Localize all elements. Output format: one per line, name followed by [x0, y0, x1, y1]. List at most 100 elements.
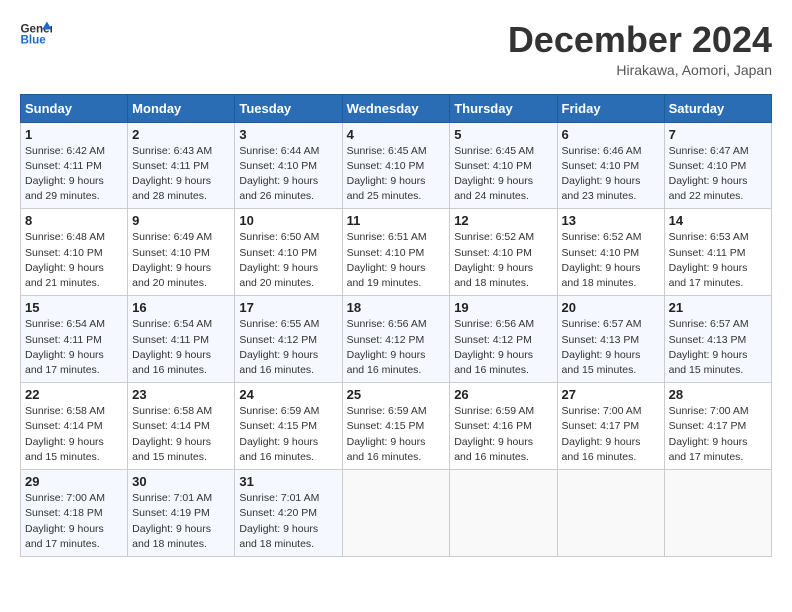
calendar-cell: 31 Sunrise: 7:01 AMSunset: 4:20 PMDayligh… [235, 470, 342, 557]
calendar-table: SundayMondayTuesdayWednesdayThursdayFrid… [20, 94, 772, 557]
day-number: 6 [562, 127, 660, 142]
calendar-cell [664, 470, 771, 557]
calendar-cell: 7Sunrise: 6:47 AMSunset: 4:10 PMDaylight… [664, 122, 771, 209]
calendar-cell: 6 Sunrise: 6:46 AMSunset: 4:10 PMDaylight… [557, 122, 664, 209]
day-number: 18 [347, 300, 446, 315]
calendar-cell: 25 Sunrise: 6:59 AMSunset: 4:15 PMDayligh… [342, 383, 450, 470]
calendar-cell: 29 Sunrise: 7:00 AMSunset: 4:18 PMDayligh… [21, 470, 128, 557]
day-info: Sunrise: 6:53 AMSunset: 4:11 PMDaylight:… [669, 230, 767, 291]
calendar-cell: 13 Sunrise: 6:52 AMSunset: 4:10 PMDayligh… [557, 209, 664, 296]
day-info: Sunrise: 6:56 AMSunset: 4:12 PMDaylight:… [347, 317, 446, 378]
calendar-cell: 14 Sunrise: 6:53 AMSunset: 4:11 PMDayligh… [664, 209, 771, 296]
calendar-cell [557, 470, 664, 557]
calendar-cell: 23 Sunrise: 6:58 AMSunset: 4:14 PMDayligh… [128, 383, 235, 470]
day-number: 12 [454, 213, 552, 228]
day-info: Sunrise: 6:57 AMSunset: 4:13 PMDaylight:… [669, 317, 767, 378]
day-info: Sunrise: 6:55 AMSunset: 4:12 PMDaylight:… [239, 317, 337, 378]
day-info: Sunrise: 6:47 AMSunset: 4:10 PMDaylight:… [669, 144, 767, 205]
day-info: Sunrise: 6:59 AMSunset: 4:15 PMDaylight:… [347, 404, 446, 465]
svg-text:Blue: Blue [20, 33, 46, 46]
calendar-cell [342, 470, 450, 557]
day-info: Sunrise: 6:54 AMSunset: 4:11 PMDaylight:… [25, 317, 123, 378]
calendar-cell: 18 Sunrise: 6:56 AMSunset: 4:12 PMDayligh… [342, 296, 450, 383]
calendar-week-5: 29 Sunrise: 7:00 AMSunset: 4:18 PMDayligh… [21, 470, 772, 557]
calendar-week-3: 15 Sunrise: 6:54 AMSunset: 4:11 PMDayligh… [21, 296, 772, 383]
weekday-header-sunday: Sunday [21, 94, 128, 122]
day-info: Sunrise: 7:00 AMSunset: 4:17 PMDaylight:… [669, 404, 767, 465]
calendar-cell: 21Sunrise: 6:57 AMSunset: 4:13 PMDayligh… [664, 296, 771, 383]
day-number: 3 [239, 127, 337, 142]
day-number: 25 [347, 387, 446, 402]
day-number: 11 [347, 213, 446, 228]
day-info: Sunrise: 6:42 AMSunset: 4:11 PMDaylight:… [25, 144, 123, 205]
day-info: Sunrise: 6:48 AMSunset: 4:10 PMDaylight:… [25, 230, 123, 291]
day-info: Sunrise: 6:51 AMSunset: 4:10 PMDaylight:… [347, 230, 446, 291]
day-info: Sunrise: 7:01 AMSunset: 4:19 PMDaylight:… [132, 491, 230, 552]
calendar-cell: 8 Sunrise: 6:48 AMSunset: 4:10 PMDaylight… [21, 209, 128, 296]
day-info: Sunrise: 6:59 AMSunset: 4:16 PMDaylight:… [454, 404, 552, 465]
day-number: 31 [239, 474, 337, 489]
day-number: 30 [132, 474, 230, 489]
day-info: Sunrise: 6:59 AMSunset: 4:15 PMDaylight:… [239, 404, 337, 465]
weekday-header-friday: Friday [557, 94, 664, 122]
day-number: 26 [454, 387, 552, 402]
calendar-cell: 28Sunrise: 7:00 AMSunset: 4:17 PMDayligh… [664, 383, 771, 470]
day-info: Sunrise: 6:52 AMSunset: 4:10 PMDaylight:… [562, 230, 660, 291]
day-info: Sunrise: 6:54 AMSunset: 4:11 PMDaylight:… [132, 317, 230, 378]
weekday-header-row: SundayMondayTuesdayWednesdayThursdayFrid… [21, 94, 772, 122]
day-info: Sunrise: 7:00 AMSunset: 4:17 PMDaylight:… [562, 404, 660, 465]
calendar-week-4: 22 Sunrise: 6:58 AMSunset: 4:14 PMDayligh… [21, 383, 772, 470]
calendar-cell: 11 Sunrise: 6:51 AMSunset: 4:10 PMDayligh… [342, 209, 450, 296]
calendar-cell: 24 Sunrise: 6:59 AMSunset: 4:15 PMDayligh… [235, 383, 342, 470]
day-info: Sunrise: 6:46 AMSunset: 4:10 PMDaylight:… [562, 144, 660, 205]
calendar-cell: 12 Sunrise: 6:52 AMSunset: 4:10 PMDayligh… [450, 209, 557, 296]
calendar-cell: 2 Sunrise: 6:43 AMSunset: 4:11 PMDaylight… [128, 122, 235, 209]
day-number: 23 [132, 387, 230, 402]
day-number: 17 [239, 300, 337, 315]
day-number: 13 [562, 213, 660, 228]
calendar-cell: 10Sunrise: 6:50 AMSunset: 4:10 PMDayligh… [235, 209, 342, 296]
weekday-header-saturday: Saturday [664, 94, 771, 122]
weekday-header-wednesday: Wednesday [342, 94, 450, 122]
day-number: 15 [25, 300, 123, 315]
weekday-header-monday: Monday [128, 94, 235, 122]
day-info: Sunrise: 7:00 AMSunset: 4:18 PMDaylight:… [25, 491, 123, 552]
calendar-cell: 1Sunrise: 6:42 AMSunset: 4:11 PMDaylight… [21, 122, 128, 209]
day-number: 27 [562, 387, 660, 402]
calendar-cell: 27 Sunrise: 7:00 AMSunset: 4:17 PMDayligh… [557, 383, 664, 470]
day-info: Sunrise: 6:44 AMSunset: 4:10 PMDaylight:… [239, 144, 337, 205]
day-info: Sunrise: 6:52 AMSunset: 4:10 PMDaylight:… [454, 230, 552, 291]
calendar-cell [450, 470, 557, 557]
day-number: 22 [25, 387, 123, 402]
calendar-cell: 17 Sunrise: 6:55 AMSunset: 4:12 PMDayligh… [235, 296, 342, 383]
day-number: 20 [562, 300, 660, 315]
day-number: 16 [132, 300, 230, 315]
calendar-cell: 20Sunrise: 6:57 AMSunset: 4:13 PMDayligh… [557, 296, 664, 383]
day-number: 2 [132, 127, 230, 142]
day-info: Sunrise: 6:49 AMSunset: 4:10 PMDaylight:… [132, 230, 230, 291]
day-number: 8 [25, 213, 123, 228]
calendar-cell: 3 Sunrise: 6:44 AMSunset: 4:10 PMDaylight… [235, 122, 342, 209]
logo-icon: General Blue [20, 20, 52, 48]
weekday-header-tuesday: Tuesday [235, 94, 342, 122]
day-info: Sunrise: 6:43 AMSunset: 4:11 PMDaylight:… [132, 144, 230, 205]
calendar-cell: 30 Sunrise: 7:01 AMSunset: 4:19 PMDayligh… [128, 470, 235, 557]
day-number: 24 [239, 387, 337, 402]
day-info: Sunrise: 6:56 AMSunset: 4:12 PMDaylight:… [454, 317, 552, 378]
day-info: Sunrise: 6:58 AMSunset: 4:14 PMDaylight:… [132, 404, 230, 465]
day-info: Sunrise: 6:45 AMSunset: 4:10 PMDaylight:… [347, 144, 446, 205]
calendar-cell: 9Sunrise: 6:49 AMSunset: 4:10 PMDaylight… [128, 209, 235, 296]
day-info: Sunrise: 6:58 AMSunset: 4:14 PMDaylight:… [25, 404, 123, 465]
calendar-cell: 4Sunrise: 6:45 AMSunset: 4:10 PMDaylight… [342, 122, 450, 209]
day-number: 29 [25, 474, 123, 489]
logo: General Blue [20, 20, 52, 48]
day-number: 10 [239, 213, 337, 228]
calendar-body: 1Sunrise: 6:42 AMSunset: 4:11 PMDaylight… [21, 122, 772, 556]
weekday-header-thursday: Thursday [450, 94, 557, 122]
calendar-cell: 5Sunrise: 6:45 AMSunset: 4:10 PMDaylight… [450, 122, 557, 209]
day-number: 14 [669, 213, 767, 228]
page-header: General Blue December 2024 Hirakawa, Aom… [20, 20, 772, 78]
day-info: Sunrise: 7:01 AMSunset: 4:20 PMDaylight:… [239, 491, 337, 552]
day-info: Sunrise: 6:45 AMSunset: 4:10 PMDaylight:… [454, 144, 552, 205]
calendar-cell: 19Sunrise: 6:56 AMSunset: 4:12 PMDayligh… [450, 296, 557, 383]
